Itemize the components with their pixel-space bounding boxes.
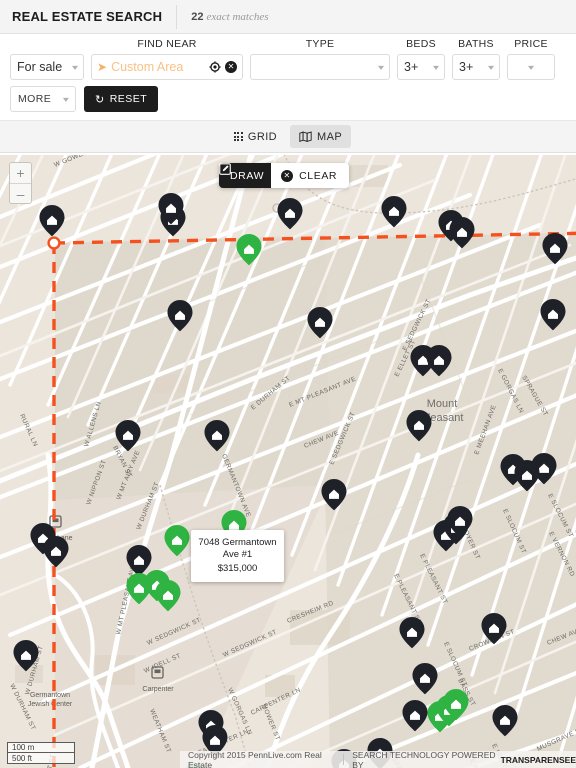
chevron-down-icon: ▾ xyxy=(432,62,440,72)
filter-status-label xyxy=(10,38,84,51)
copyright-text: Copyright 2015 PennLive.com Real Estate xyxy=(188,749,322,768)
filter-beds-label: BEDS xyxy=(406,38,436,50)
filter-find-near: FIND NEAR ➤ Custom Area ✕ xyxy=(91,38,243,80)
location-arrow-icon: ➤ xyxy=(97,60,108,74)
svg-text:Carpenter: Carpenter xyxy=(142,686,174,693)
map-scale-bar: 100 m 500 ft xyxy=(7,742,75,764)
beds-select[interactable]: 3+ ▾ xyxy=(397,54,445,80)
clear-x-icon: ✕ xyxy=(281,169,294,182)
powered-by-brand: TRANSPARENSEE xyxy=(500,754,576,765)
crosshair-icon[interactable] xyxy=(209,61,221,73)
baths-select[interactable]: 3+ ▾ xyxy=(452,54,500,80)
tab-grid-label: GRID xyxy=(247,130,278,143)
filter-beds: BEDS 3+ ▾ xyxy=(397,38,445,80)
find-near-value: Custom Area xyxy=(111,60,184,74)
reload-icon: ↻ xyxy=(95,93,105,106)
clear-icon[interactable]: ✕ xyxy=(225,61,237,73)
chevron-down-icon: ▾ xyxy=(377,62,385,72)
view-toggle-bar: GRID MAP xyxy=(0,121,576,153)
status-value: For sale xyxy=(17,60,63,74)
more-filters-button[interactable]: MORE ▾ xyxy=(10,86,76,112)
filter-find-near-label: FIND NEAR xyxy=(137,38,197,50)
match-count: 22 xyxy=(191,10,204,23)
beds-value: 3+ xyxy=(404,60,419,74)
chevron-down-icon: ▾ xyxy=(487,62,495,72)
app-header: REAL ESTATE SEARCH 22 exact matches xyxy=(0,0,576,34)
filter-bar: For sale ▾ FIND NEAR ➤ Custom Area ✕ TYP… xyxy=(0,34,576,121)
price-select[interactable]: ▾ xyxy=(507,54,555,80)
draw-label: DRAW xyxy=(230,169,265,182)
chevron-down-icon: ▾ xyxy=(62,94,70,104)
status-select[interactable]: For sale ▾ xyxy=(10,54,84,80)
clear-button[interactable]: ✕ CLEAR xyxy=(271,163,350,188)
scale-imperial: 500 ft xyxy=(7,753,75,764)
tab-map-label: MAP xyxy=(317,130,343,143)
filter-price: PRICE ▾ xyxy=(507,38,555,80)
find-near-input[interactable]: ➤ Custom Area ✕ xyxy=(91,54,243,80)
popup-address-line1: 7048 Germantown xyxy=(198,537,277,548)
map-zoom-controls[interactable]: + – xyxy=(9,162,32,204)
reset-label: RESET xyxy=(109,93,148,105)
more-filters-label: MORE xyxy=(18,93,52,105)
filter-status: For sale ▾ xyxy=(10,38,84,80)
type-select[interactable]: ▾ xyxy=(250,54,390,80)
zoom-out-button[interactable]: – xyxy=(10,183,31,203)
map-icon xyxy=(299,131,312,142)
filter-type: TYPE ▾ xyxy=(250,38,390,80)
clear-label: CLEAR xyxy=(299,169,338,182)
tab-grid[interactable]: GRID xyxy=(225,125,286,148)
real-estate-search-app: REAL ESTATE SEARCH 22 exact matches For … xyxy=(0,0,576,768)
tab-map[interactable]: MAP xyxy=(290,125,352,148)
neighborhood-label-1: Mount xyxy=(427,398,458,410)
draw-button[interactable]: DRAW xyxy=(219,163,278,188)
property-info-popup[interactable]: 7048 Germantown Ave #1 $315,000 xyxy=(191,530,284,582)
filter-price-label: PRICE xyxy=(514,38,548,50)
header-divider xyxy=(176,4,178,29)
grid-icon xyxy=(233,132,243,141)
filter-baths: BATHS 3+ ▾ xyxy=(452,38,500,80)
map-tiles: .rd { stroke:#ffffff; fill:none; stroke-… xyxy=(0,155,576,768)
powered-by-text: SEARCH TECHNOLOGY POWERED BY xyxy=(352,749,496,768)
popup-address-line2: Ave #1 xyxy=(222,549,253,560)
map-draw-toolbar: DRAW ✕ CLEAR xyxy=(219,163,350,188)
page-title: REAL ESTATE SEARCH xyxy=(12,9,163,24)
chevron-down-icon: ▾ xyxy=(527,62,535,72)
map-attribution: Copyright 2015 PennLive.com Real Estate … xyxy=(180,749,576,768)
filter-baths-label: BATHS xyxy=(458,38,494,50)
match-count-label: exact matches xyxy=(206,10,269,23)
svg-text:Jewish Center: Jewish Center xyxy=(28,701,73,708)
svg-text:Germantown: Germantown xyxy=(30,692,70,699)
baths-value: 3+ xyxy=(459,60,474,74)
reset-button[interactable]: ↻ RESET xyxy=(84,86,159,112)
zoom-in-button[interactable]: + xyxy=(10,163,31,183)
filter-type-label: TYPE xyxy=(305,38,335,50)
pencil-icon xyxy=(219,163,231,175)
map-canvas[interactable]: .rd { stroke:#ffffff; fill:none; stroke-… xyxy=(0,155,576,768)
footer-divider xyxy=(343,754,345,765)
popup-price: $315,000 xyxy=(217,563,258,574)
chevron-down-icon: ▾ xyxy=(71,62,79,72)
scale-metric: 100 m xyxy=(7,742,75,753)
